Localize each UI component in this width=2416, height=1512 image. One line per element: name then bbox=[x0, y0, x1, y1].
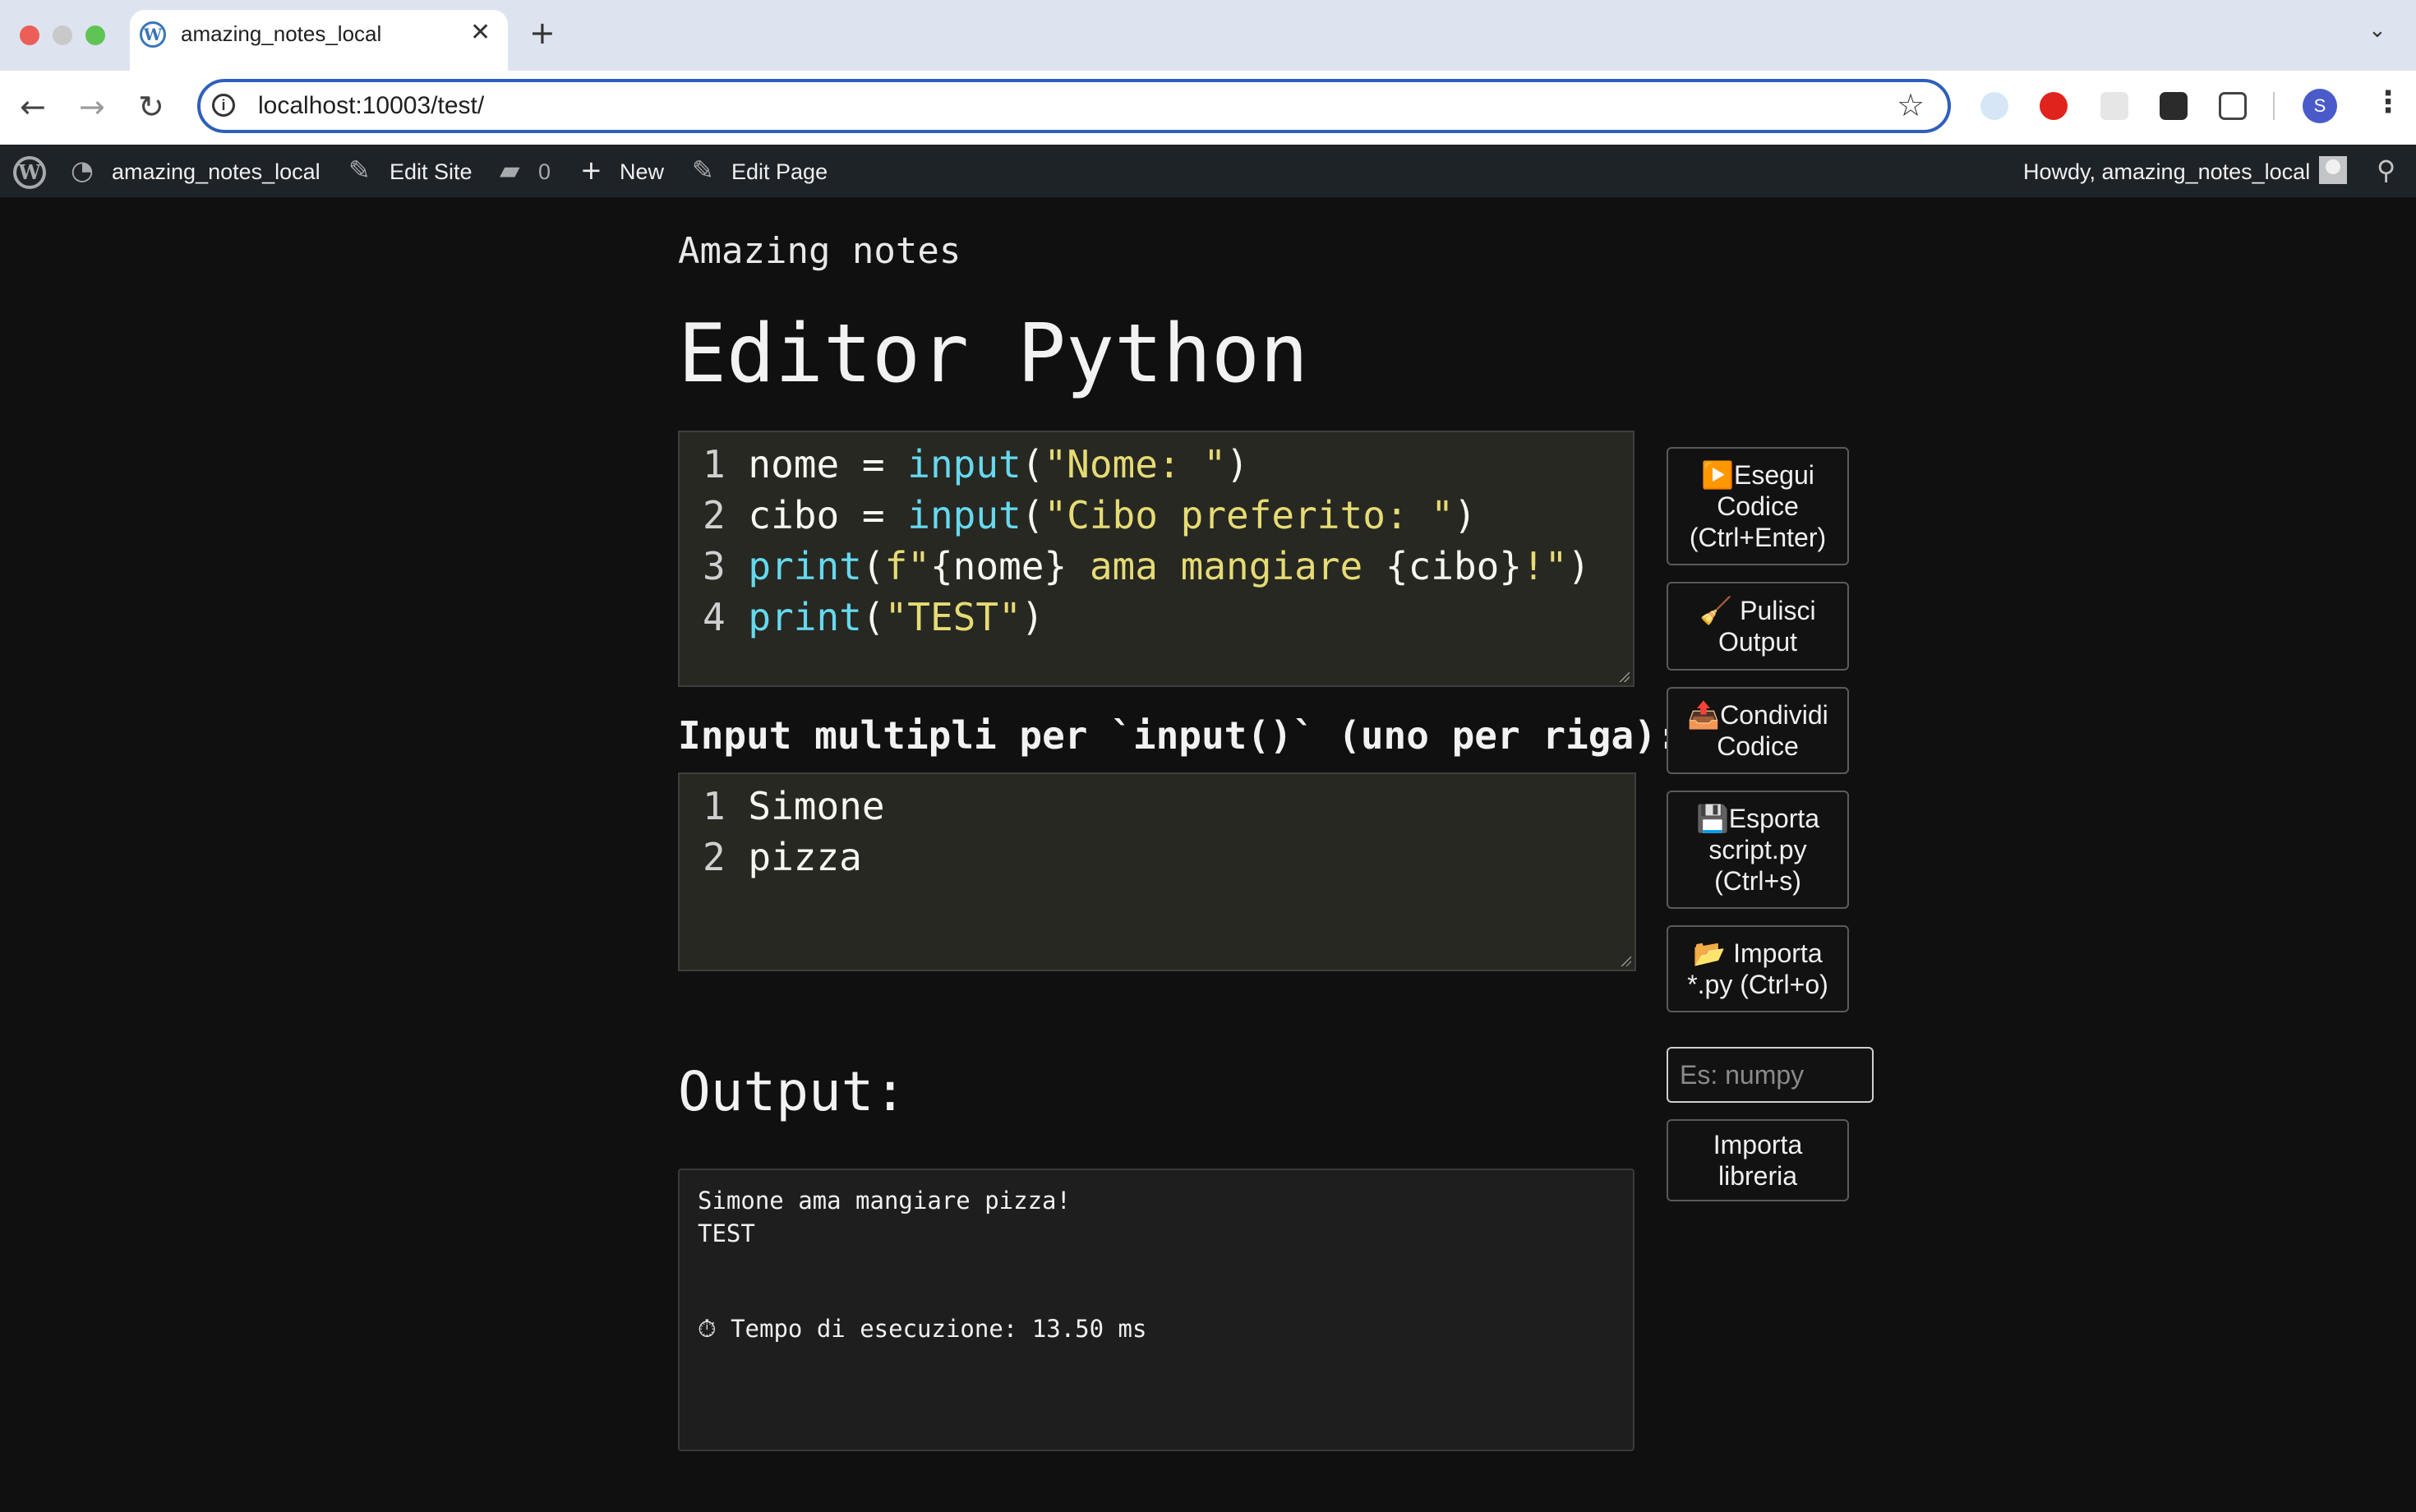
extension-grid-icon[interactable] bbox=[2100, 92, 2128, 120]
browser-menu-icon[interactable]: ⋮ bbox=[2373, 85, 2403, 119]
close-window-button[interactable] bbox=[20, 25, 39, 45]
address-url[interactable]: localhost:10003/test/ bbox=[258, 92, 484, 120]
input-line: 1 Simone bbox=[703, 784, 885, 828]
forward-arrow-icon[interactable]: → bbox=[79, 89, 105, 125]
tab-title: amazing_notes_local bbox=[181, 21, 382, 46]
bookmark-star-icon[interactable]: ☆ bbox=[1897, 87, 1925, 123]
admin-edit-page[interactable]: Edit Page bbox=[731, 159, 828, 185]
edit-site-brush-icon: ✎ bbox=[348, 154, 371, 186]
extension-compass-icon[interactable] bbox=[1980, 92, 2008, 120]
stdin-input-editor[interactable]: 1 Simone 2 pizza bbox=[678, 772, 1636, 971]
site-info-icon[interactable]: i bbox=[212, 94, 235, 117]
code-line: 2 cibo = input("Cibo preferito: ") bbox=[703, 493, 1477, 537]
python-code-editor[interactable]: 1 nome = input("Nome: ") 2 cibo = input(… bbox=[678, 431, 1634, 687]
admin-search-icon[interactable]: ⚲ bbox=[2377, 154, 2395, 186]
tab-search-chevron-icon[interactable]: ⌄ bbox=[2368, 18, 2386, 43]
maximize-window-button[interactable] bbox=[85, 25, 105, 45]
reload-icon[interactable]: ↻ bbox=[138, 89, 164, 125]
admin-howdy[interactable]: Howdy, amazing_notes_local bbox=[2023, 159, 2310, 185]
new-tab-icon[interactable]: + bbox=[529, 15, 556, 51]
code-line: 3 print(f"{nome} ama mangiare {cibo}!") bbox=[703, 544, 1591, 588]
dashboard-gauge-icon: ◔ bbox=[71, 154, 94, 186]
wordpress-logo-icon[interactable]: W bbox=[13, 156, 46, 189]
toolbar-divider bbox=[2273, 92, 2275, 120]
admin-site-name[interactable]: amazing_notes_local bbox=[112, 159, 320, 185]
output-line: Simone ama mangiare pizza! bbox=[698, 1187, 1071, 1215]
resize-handle-icon[interactable] bbox=[1618, 671, 1630, 682]
output-line: TEST bbox=[698, 1219, 755, 1247]
minimize-window-button[interactable] bbox=[53, 25, 72, 45]
extension-py-icon[interactable] bbox=[2160, 92, 2188, 120]
import-library-button[interactable]: Importa libreria bbox=[1667, 1119, 1849, 1201]
back-arrow-icon[interactable]: ← bbox=[20, 89, 46, 125]
library-name-input[interactable] bbox=[1667, 1047, 1874, 1103]
admin-avatar[interactable] bbox=[2319, 156, 2347, 184]
import-py-button[interactable]: 📂 Importa *.py (Ctrl+o) bbox=[1667, 925, 1849, 1012]
admin-edit-site[interactable]: Edit Site bbox=[390, 159, 473, 185]
tab-close-icon[interactable]: ✕ bbox=[470, 18, 491, 47]
output-title: Output: bbox=[678, 1060, 907, 1123]
code-line: 4 print("TEST") bbox=[703, 595, 1044, 639]
profile-avatar[interactable]: S bbox=[2303, 89, 2337, 123]
admin-new[interactable]: New bbox=[620, 159, 664, 185]
execution-time: ⏱ Tempo di esecuzione: 13.50 ms bbox=[698, 1315, 1147, 1343]
clear-output-button[interactable]: 🧹 Pulisci Output bbox=[1667, 582, 1849, 671]
extensions-puzzle-icon[interactable] bbox=[2219, 92, 2247, 120]
inputs-label: Input multipli per `input()` (uno per ri… bbox=[678, 713, 1680, 758]
site-title[interactable]: Amazing notes bbox=[678, 230, 961, 272]
extension-stop-icon[interactable] bbox=[2040, 92, 2068, 120]
export-script-button[interactable]: 💾Esporta script.py (Ctrl+s) bbox=[1667, 791, 1849, 909]
comments-bubble-icon: ▰ bbox=[500, 154, 520, 186]
run-code-button[interactable]: ▶️Esegui Codice (Ctrl+Enter) bbox=[1667, 447, 1849, 565]
share-code-button[interactable]: 📤Condividi Codice bbox=[1667, 687, 1849, 774]
new-plus-icon: + bbox=[580, 154, 602, 186]
edit-page-pencil-icon: ✎ bbox=[692, 154, 714, 186]
code-line: 1 nome = input("Nome: ") bbox=[703, 442, 1249, 486]
admin-comments-count[interactable]: 0 bbox=[538, 159, 551, 185]
output-panel: Simone ama mangiare pizza! TEST ⏱ Tempo … bbox=[678, 1169, 1634, 1451]
input-line: 2 pizza bbox=[703, 835, 862, 879]
resize-handle-icon[interactable] bbox=[1620, 955, 1631, 966]
code-text: nome = bbox=[748, 442, 908, 486]
wordpress-favicon-icon: W bbox=[140, 21, 166, 48]
page-title: Editor Python bbox=[678, 307, 1309, 401]
